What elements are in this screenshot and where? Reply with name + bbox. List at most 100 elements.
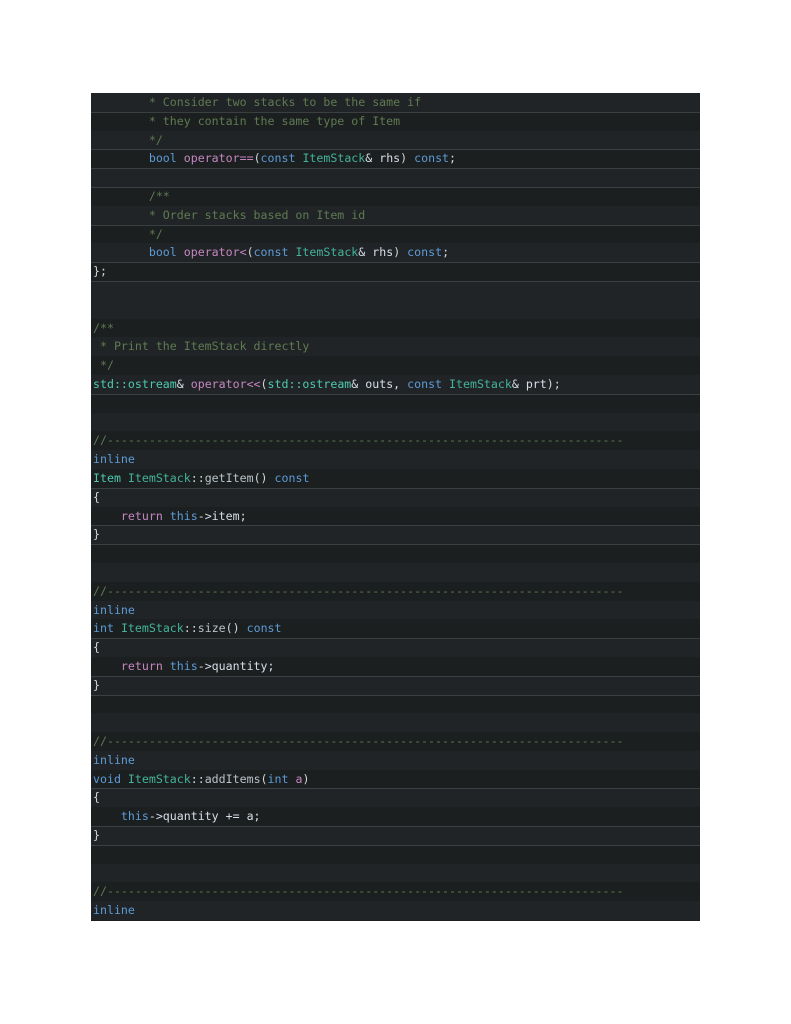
code-token: const [253,245,289,260]
code-line[interactable]: //--------------------------------------… [91,581,700,601]
code-token: /** [93,188,170,203]
code-token: ItemStack [120,621,184,636]
code-token: ItemStack [302,151,366,166]
code-line[interactable]: */ [91,356,700,375]
code-line[interactable]: inline [91,600,700,620]
code-line[interactable] [91,713,700,733]
code-line[interactable]: return this->quantity; [91,656,700,676]
code-line[interactable]: this->quantity += a; [91,807,700,827]
code-token: & rhs [365,151,401,166]
code-token: int [93,621,114,636]
code-token: getItem [204,470,254,485]
code-token: ->quantity += a; [148,809,261,824]
code-line[interactable]: } [91,525,700,545]
code-token: * Print the ItemStack directly [93,339,310,354]
code-line[interactable] [91,280,700,300]
code-token: * they contain the same type of Item [93,113,401,128]
code-token: */ [93,132,163,147]
code-token: } [93,677,100,692]
code-line[interactable]: * Consider two stacks to be the same if [91,93,700,112]
code-line[interactable]: inline [91,750,700,770]
code-token: ; [442,245,450,260]
code-token: bool [148,151,177,166]
code-line[interactable]: { [91,638,700,657]
code-token: inline [93,752,135,767]
code-token: } [93,527,100,542]
code-line[interactable]: /** [91,318,700,338]
code-token: operator< [183,245,247,260]
code-editor-panel[interactable]: * Consider two stacks to be the same if … [91,93,700,921]
code-token: ( [253,151,261,166]
code-token: */ [93,358,114,373]
code-line[interactable]: * Order stacks based on Item id [91,205,700,225]
code-token: operator<< [190,376,261,391]
code-line[interactable] [91,562,700,582]
code-token: & outs, [351,376,408,391]
code-line[interactable]: inline [91,901,700,921]
code-token: void [93,771,121,786]
code-line[interactable]: std::ostream& operator<<(std::ostream& o… [91,374,700,394]
code-line[interactable]: bool operator<(const ItemStack& rhs) con… [91,243,700,263]
code-line[interactable] [91,844,700,864]
code-line[interactable]: //--------------------------------------… [91,431,700,451]
code-line[interactable]: Item ItemStack::getItem() const [91,468,700,488]
code-line[interactable] [91,168,700,187]
code-line[interactable]: } [91,826,700,845]
code-token: const [414,151,450,166]
code-line[interactable]: inline [91,450,700,469]
code-line[interactable]: } [91,675,700,695]
code-line[interactable]: void ItemStack::addItems(int a) [91,769,700,789]
code-line[interactable] [91,393,700,413]
code-token: this [169,508,198,523]
code-line[interactable]: //--------------------------------------… [91,732,700,751]
code-token: ( [260,376,268,391]
code-token: () [253,470,275,485]
code-token: :: [183,621,198,636]
code-line[interactable]: return this->item; [91,506,700,526]
code-token: //--------------------------------------… [93,884,624,899]
code-line[interactable]: */ [91,224,700,244]
code-token: ItemStack [127,771,191,786]
code-token: inline [93,602,135,617]
code-token: /** [93,320,114,335]
code-token: & [176,376,191,391]
code-token: :: [190,771,205,786]
code-line[interactable]: }; [91,262,700,281]
code-token: this [120,809,149,824]
code-line[interactable] [91,412,700,432]
code-line[interactable]: //--------------------------------------… [91,882,700,902]
code-line[interactable]: bool ItemStack::operator==(const ItemSta… [91,920,700,921]
code-token: () [225,621,247,636]
code-token: int [267,771,289,786]
code-line[interactable] [91,544,700,563]
code-line[interactable]: * they contain the same type of Item [91,111,700,131]
code-token: { [93,489,100,504]
code-line[interactable]: * Print the ItemStack directly [91,337,700,357]
code-line[interactable]: { [91,487,700,507]
code-line[interactable] [91,863,700,883]
code-token: ; [449,151,457,166]
code-line[interactable]: bool operator==(const ItemStack& rhs) co… [91,149,700,169]
code-line[interactable]: int ItemStack::size() const [91,619,700,639]
code-token: this [169,658,198,673]
code-token: & prt [511,376,547,391]
code-line[interactable]: */ [91,130,700,150]
code-line[interactable] [91,694,700,714]
code-token: }; [93,264,107,279]
code-line[interactable]: /** [91,186,700,206]
code-token: ->item; [197,508,247,523]
code-token: return [120,508,163,523]
code-line[interactable] [91,299,700,319]
code-token: ); [546,376,561,391]
code-line[interactable]: { [91,788,700,808]
code-token: operator== [183,151,254,166]
code-token: ( [260,771,268,786]
code-token: ) [393,245,408,260]
